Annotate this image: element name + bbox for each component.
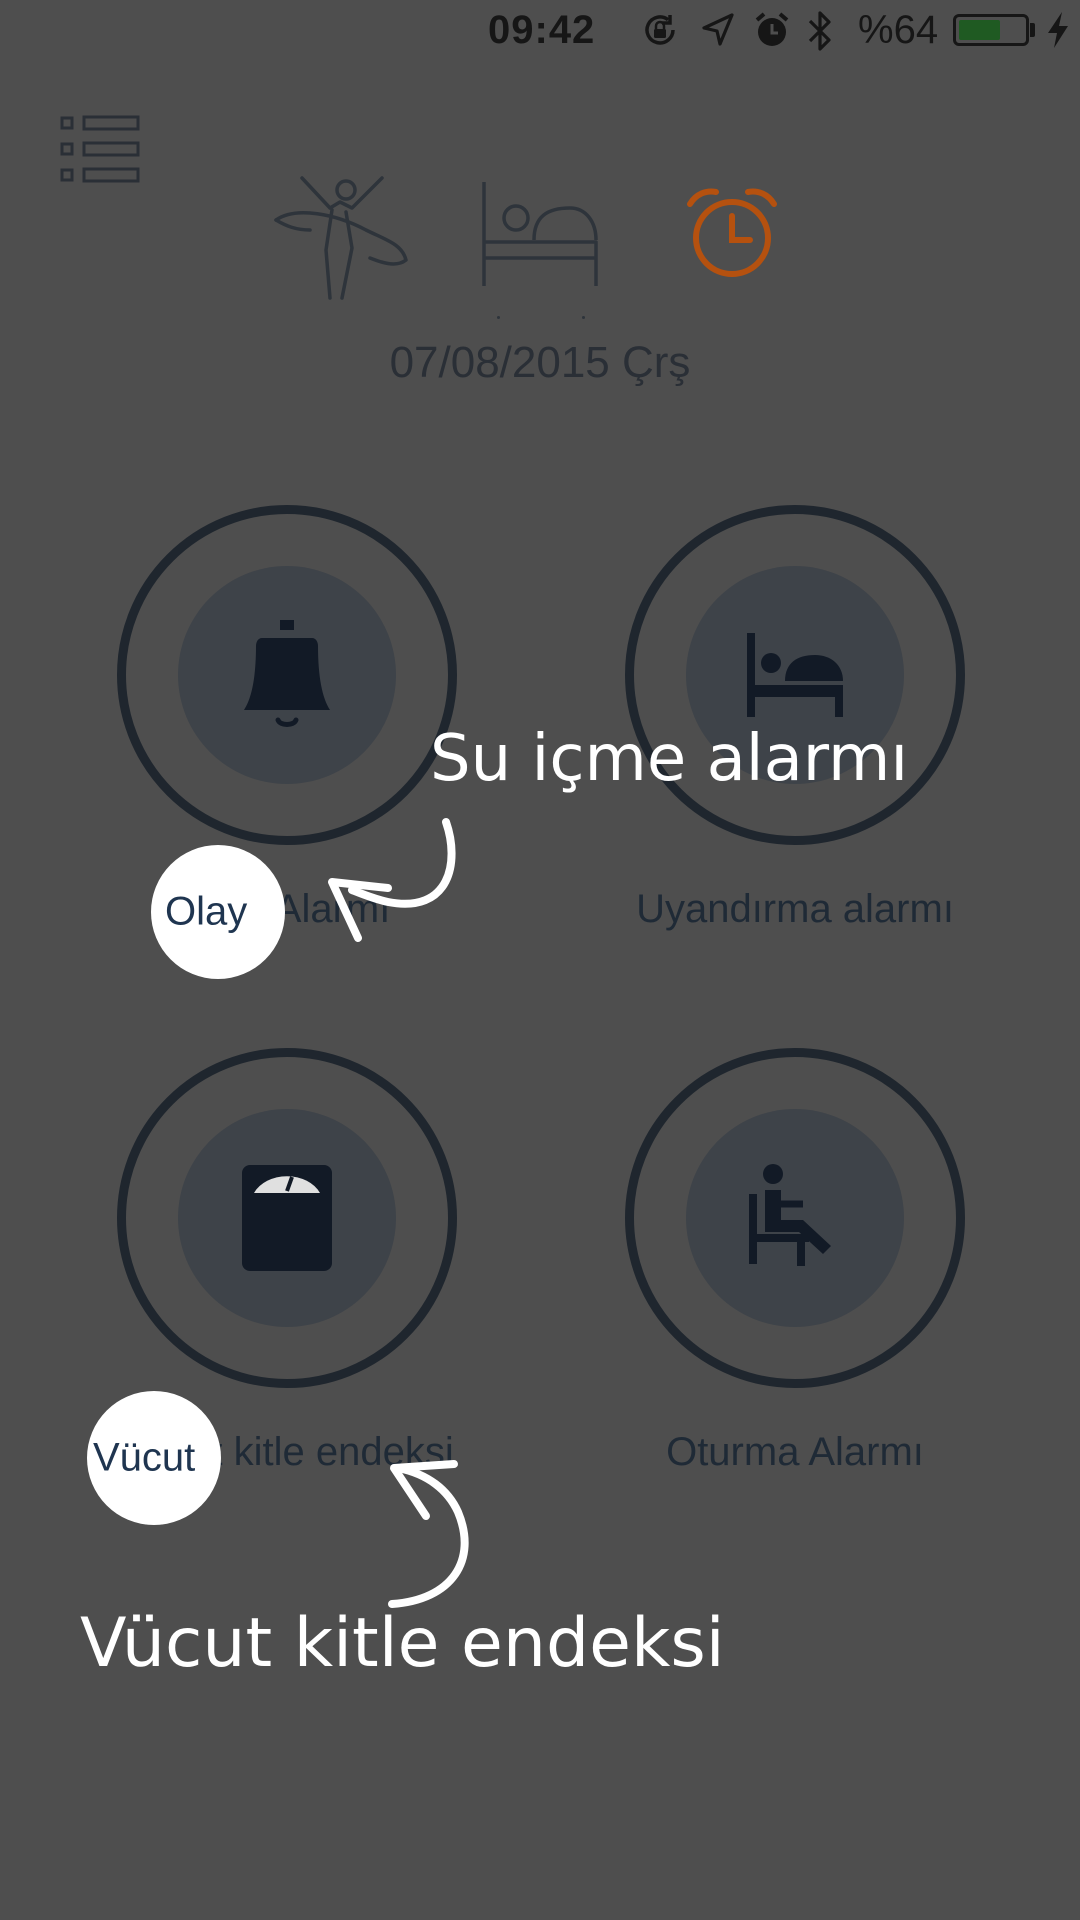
alarm-clock-icon xyxy=(755,12,789,46)
location-arrow-icon xyxy=(702,13,734,46)
rotation-lock-icon xyxy=(645,15,675,45)
tutorial-arrow-2 xyxy=(388,1460,469,1608)
tutorial-spotlight-2[interactable]: Vücut xyxy=(87,1391,221,1525)
status-time: 09:42 xyxy=(488,8,596,52)
tutorial-spotlight-1[interactable]: Olay xyxy=(151,845,285,979)
tile-inner xyxy=(178,566,396,784)
spotlight-text: Olay xyxy=(165,889,248,934)
tile-inner xyxy=(178,1109,396,1327)
date-label: 07/08/2015 Çrş xyxy=(389,338,691,387)
battery-icon xyxy=(953,14,1029,46)
bell-icon xyxy=(244,620,330,727)
sitting-person-icon xyxy=(749,1164,831,1266)
tile-label: Oturma Alarmı xyxy=(666,1430,924,1474)
activity-runner-icon[interactable] xyxy=(272,172,412,302)
list-menu-icon[interactable] xyxy=(58,112,142,192)
alarm-mode-icon[interactable] xyxy=(684,186,780,282)
tutorial-hint-water: Su içme alarmı xyxy=(430,722,909,796)
battery-fill xyxy=(959,20,1000,40)
tile-label: Uyandırma alarmı xyxy=(636,887,954,931)
mode-dot xyxy=(497,316,500,319)
sleep-bed-icon[interactable] xyxy=(480,178,600,290)
charging-bolt-icon xyxy=(1048,12,1068,48)
status-bar: 09:42 %64 xyxy=(0,0,1080,62)
bed-icon xyxy=(747,633,843,717)
battery-percent: %64 xyxy=(858,8,939,52)
tutorial-arrow-1 xyxy=(328,818,456,942)
mode-dot xyxy=(582,316,585,319)
tile-inner xyxy=(686,1109,904,1327)
spotlight-text: Vücut xyxy=(93,1435,196,1480)
battery-tip xyxy=(1030,23,1035,37)
scale-icon xyxy=(242,1165,332,1271)
bluetooth-icon xyxy=(808,11,831,51)
